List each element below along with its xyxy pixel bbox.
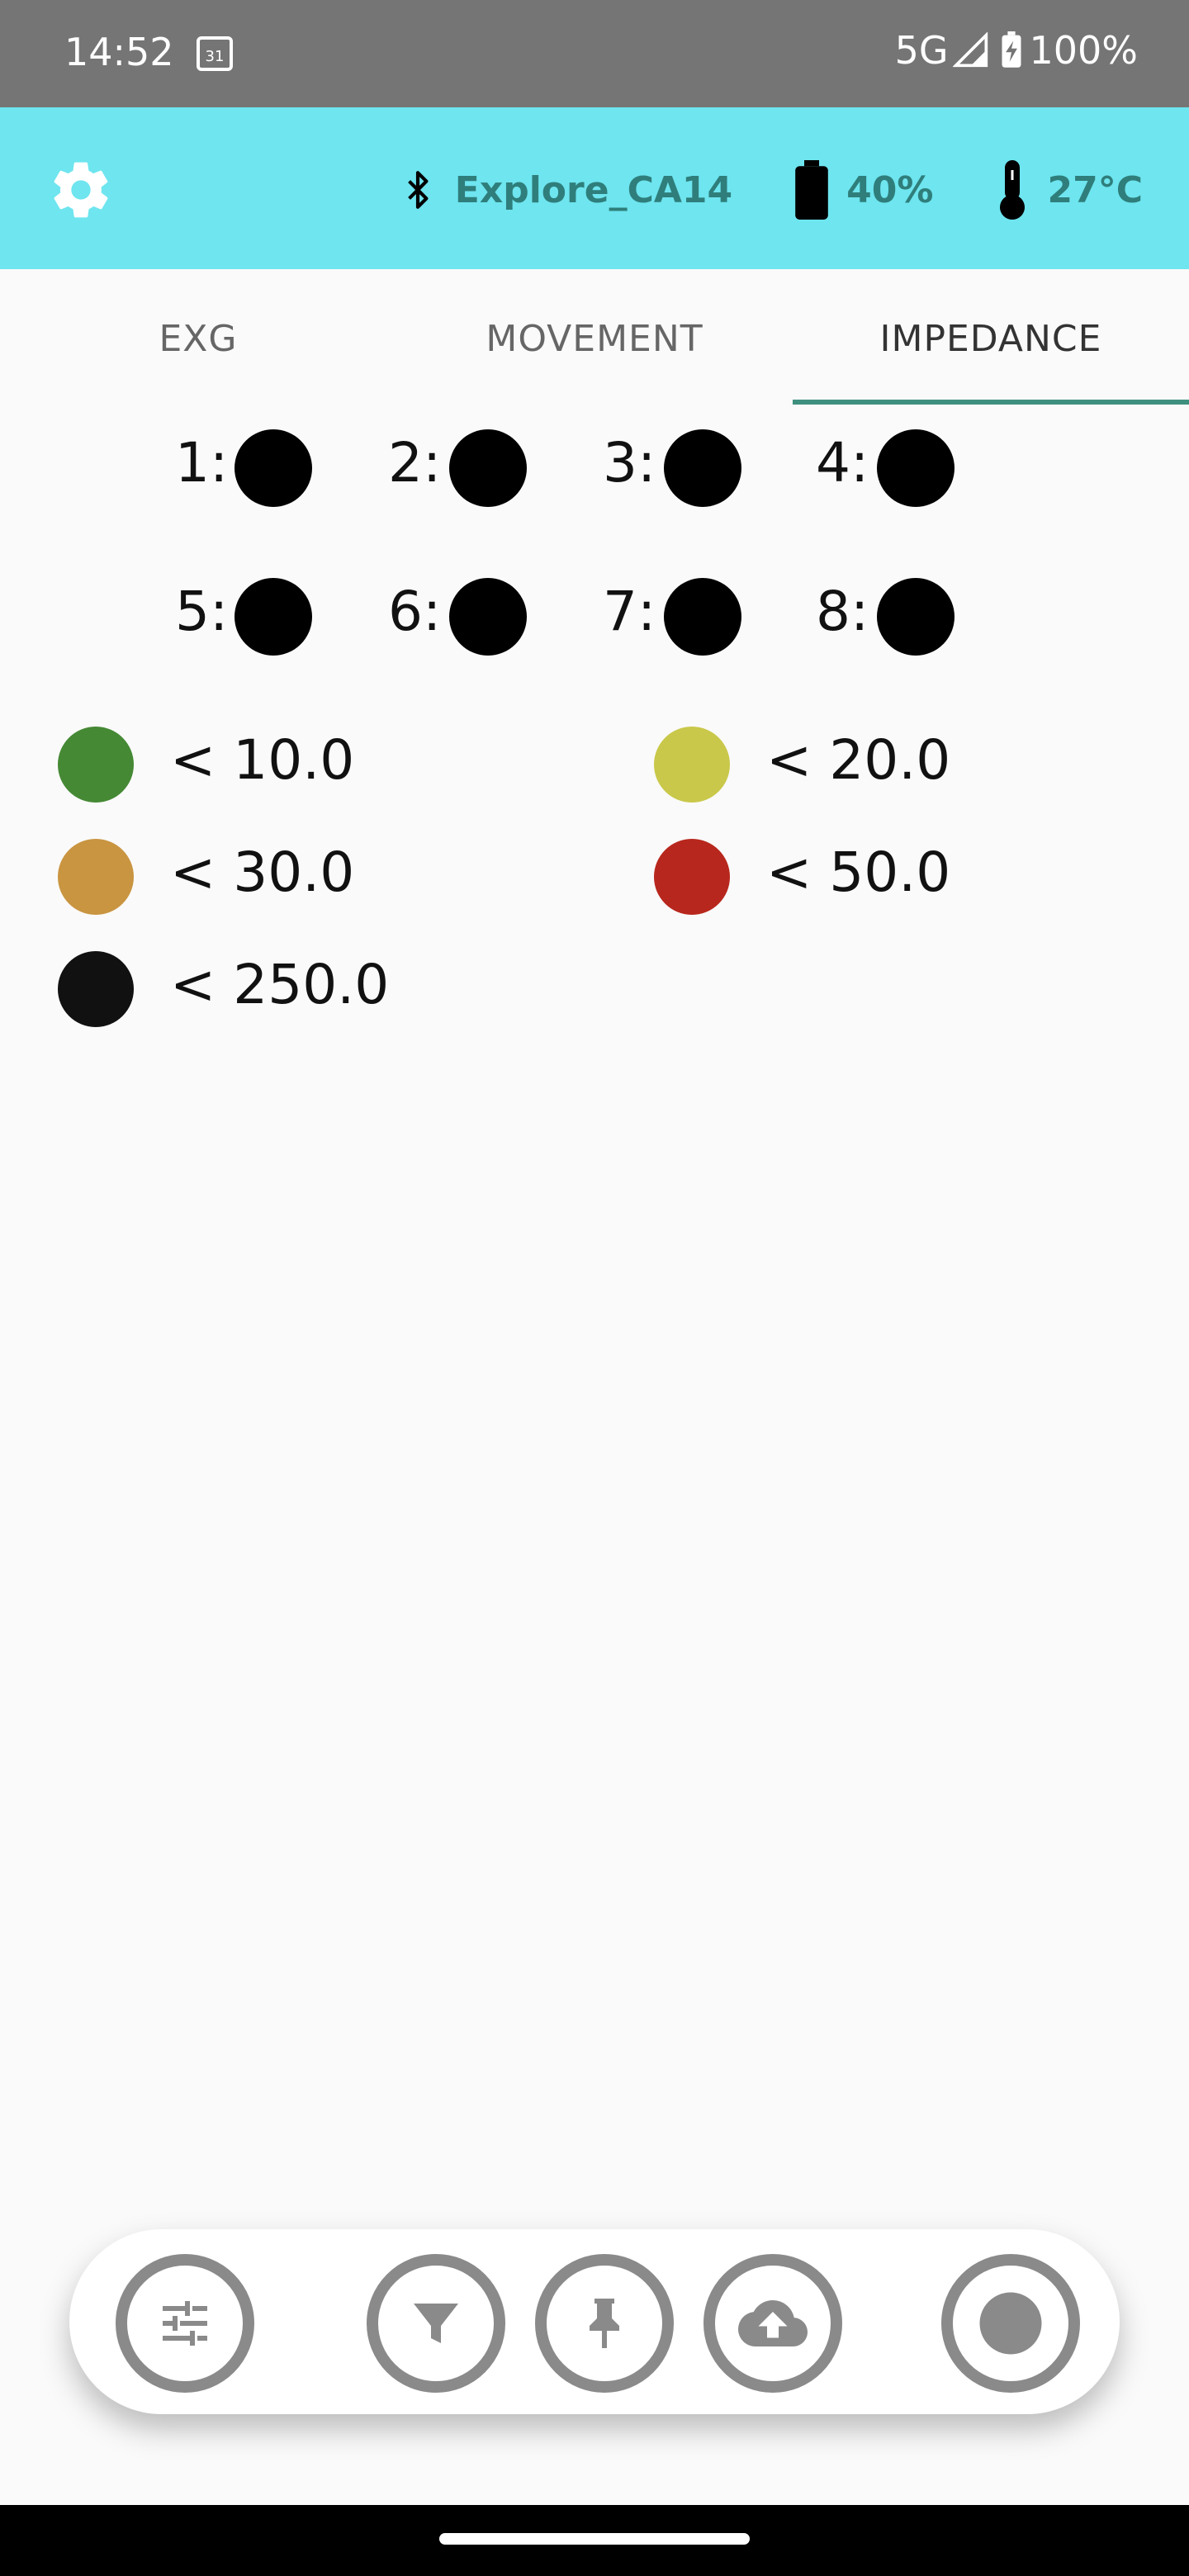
settings-sliders-button[interactable] bbox=[116, 2254, 254, 2393]
legend-label: < 30.0 bbox=[170, 841, 355, 904]
bluetooth-icon bbox=[407, 171, 429, 209]
record-button[interactable] bbox=[941, 2254, 1080, 2393]
legend-swatch bbox=[58, 839, 134, 915]
device-battery-value: 40% bbox=[846, 168, 934, 211]
system-nav-bar bbox=[0, 2505, 1189, 2576]
battery-icon bbox=[795, 160, 828, 220]
status-bar: 14:52 31 5G 100% bbox=[0, 0, 1189, 107]
cloud-upload-icon bbox=[738, 2300, 808, 2346]
pin-icon bbox=[590, 2299, 619, 2348]
legend-swatch bbox=[654, 839, 730, 915]
device-temperature-value: 27°C bbox=[1047, 168, 1143, 211]
filter-icon bbox=[414, 2304, 458, 2343]
calendar-icon: 31 bbox=[197, 36, 233, 71]
thermometer-icon bbox=[1000, 160, 1026, 220]
device-battery: 40% bbox=[793, 160, 933, 220]
status-battery: 100% bbox=[1029, 28, 1138, 73]
status-time: 14:52 bbox=[64, 30, 174, 74]
legend-label: < 20.0 bbox=[766, 728, 951, 792]
sliders-icon bbox=[163, 2301, 207, 2346]
record-icon bbox=[979, 2292, 1042, 2355]
device-temperature: 27°C bbox=[994, 160, 1143, 220]
gear-icon[interactable] bbox=[48, 157, 114, 223]
pin-button[interactable] bbox=[535, 2254, 674, 2393]
cloud-upload-button[interactable] bbox=[703, 2254, 842, 2393]
calendar-day: 31 bbox=[206, 48, 225, 65]
channel-indicator bbox=[449, 578, 527, 656]
legend-label: < 250.0 bbox=[170, 953, 390, 1016]
filter-button[interactable] bbox=[367, 2254, 505, 2393]
channel-label: 6: bbox=[388, 580, 442, 643]
channel-indicator bbox=[877, 429, 955, 507]
channel-indicator bbox=[877, 578, 955, 656]
tab-movement[interactable]: MOVEMENT bbox=[396, 269, 793, 408]
battery-charging-icon bbox=[1002, 31, 1021, 68]
signal-icon bbox=[953, 32, 988, 68]
legend-label: < 10.0 bbox=[170, 728, 355, 792]
legend-swatch bbox=[58, 727, 134, 803]
channel-label: 3: bbox=[603, 431, 656, 495]
channel-label: 2: bbox=[388, 431, 442, 495]
channel-indicator bbox=[664, 429, 741, 507]
channel-indicator bbox=[664, 578, 741, 656]
tab-indicator bbox=[793, 400, 1189, 405]
legend-swatch bbox=[58, 951, 134, 1027]
home-gesture-handle[interactable] bbox=[439, 2533, 750, 2545]
app-bar: Explore_CA14 40% 27°C bbox=[0, 107, 1189, 269]
device-name: Explore_CA14 bbox=[454, 168, 733, 211]
channel-label: 5: bbox=[175, 580, 229, 643]
channel-indicator bbox=[234, 429, 312, 507]
legend-label: < 50.0 bbox=[766, 841, 951, 904]
tab-bar: EXG MOVEMENT IMPEDANCE bbox=[0, 269, 1189, 408]
channel-label: 4: bbox=[816, 431, 869, 495]
channel-label: 7: bbox=[603, 580, 656, 643]
tab-exg[interactable]: EXG bbox=[0, 269, 396, 408]
channel-indicator bbox=[234, 578, 312, 656]
network-type: 5G bbox=[894, 28, 949, 73]
tab-impedance[interactable]: IMPEDANCE bbox=[793, 269, 1189, 408]
channel-label: 8: bbox=[816, 580, 869, 643]
legend-swatch bbox=[654, 727, 730, 803]
channel-label: 1: bbox=[175, 431, 229, 495]
channel-indicator bbox=[449, 429, 527, 507]
device-info: Explore_CA14 bbox=[397, 161, 732, 219]
